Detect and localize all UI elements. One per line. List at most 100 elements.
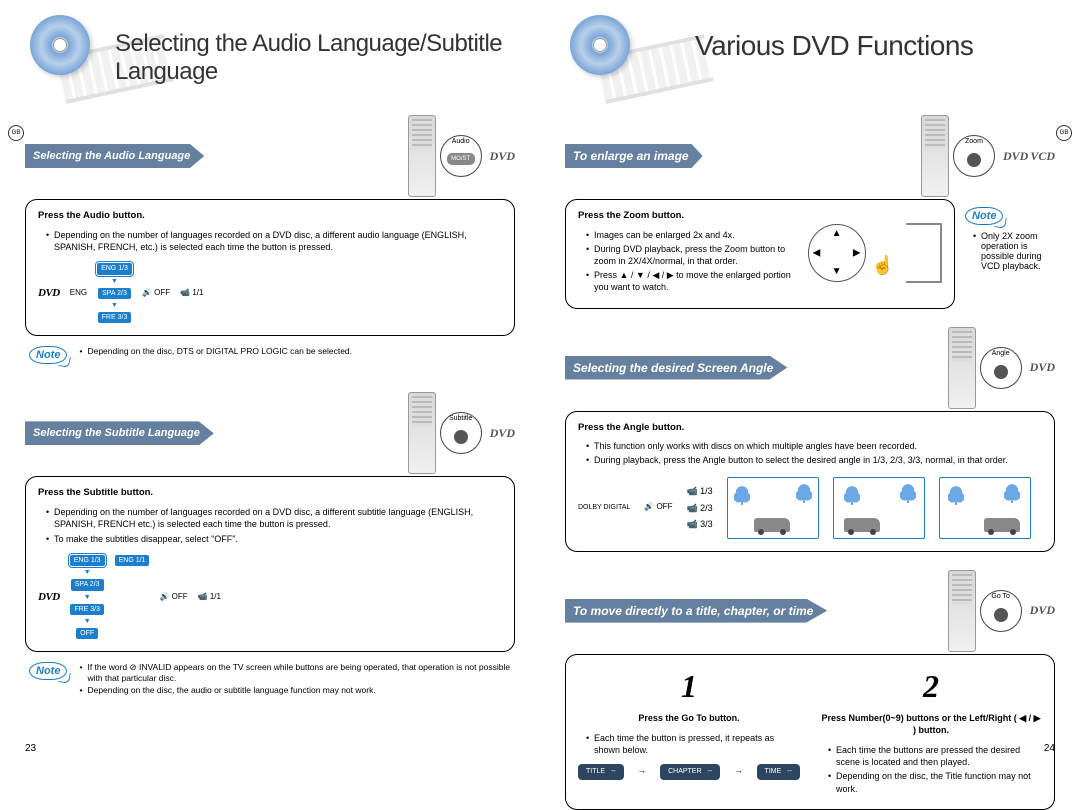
remote-illustration (408, 392, 436, 474)
note-text: Depending on the disc, DTS or DIGITAL PR… (79, 346, 352, 356)
instruction-main: Press the Zoom button. (578, 210, 796, 223)
step-number: 1 (578, 665, 800, 708)
callout-label-audio: Audio (440, 138, 482, 145)
lang-chip: ENG 1/3 (97, 263, 132, 274)
lang-chip-side: ENG 1/1 (115, 555, 150, 566)
page-title-left: Selecting the Audio Language/Subtitle La… (115, 30, 520, 86)
zoom-illustration: ▲▼ ◀▶ ☝ (808, 210, 942, 296)
angle-indicator: 📹 1/3 📹 2/3 📹 3/3 (686, 485, 712, 529)
lang-chip: ENG 1/3 (70, 555, 105, 566)
gb-tag: GB (1056, 125, 1072, 141)
callout-label-subtitle: Subtitle (440, 415, 482, 422)
dolby-label: DOLBY DIGITAL (578, 503, 630, 512)
tab-subtitle: Selecting the Subtitle Language (25, 421, 214, 445)
content-box-angle: Press the Angle button. This function on… (565, 411, 1055, 552)
content-box-goto: 1 Press the Go To button. Each time the … (565, 654, 1055, 810)
lang-chip: OFF (76, 628, 98, 639)
angle-scene-2 (833, 477, 925, 539)
content-box-audio: Press the Audio button. Depending on the… (25, 199, 515, 336)
callout-label-angle: Angle (980, 350, 1022, 357)
lang-chip: FRE 3/3 (98, 312, 132, 323)
screen-chip: TIME -- (757, 764, 800, 779)
instruction-main: Press the Audio button. (38, 210, 502, 223)
angle-frac: 1/1 (192, 288, 203, 297)
angle-scene-3 (939, 477, 1031, 539)
dvd-badge: DVD (1030, 360, 1055, 375)
disc-decoration (10, 10, 130, 80)
callout-label-zoom: Zoom (953, 138, 995, 145)
dvd-badge: DVD (1003, 149, 1028, 164)
language-chips: ENG 1/3 ▼ SPA 2/3 ▼ FRE 3/3 ▼ OFF (70, 555, 105, 640)
section-zoom: To enlarge an image Zoom DVD VCD Press t… (565, 115, 1055, 309)
section-subtitle-language: Selecting the Subtitle Language Subtitle… (25, 392, 515, 697)
lang-chip: SPA 2/3 (98, 288, 131, 299)
step-instruction: Press the Go To button. (578, 712, 800, 724)
instruction-main: Press the Angle button. (578, 422, 1042, 435)
goto-button-callout: Go To (980, 590, 1022, 632)
note-text: If the word ⊘ INVALID appears on the TV … (79, 662, 515, 683)
dvd-logo-icon: DVD (38, 590, 60, 605)
dvd-badge: DVD (490, 426, 515, 441)
off-label: OFF (656, 502, 672, 511)
screen-chip: CHAPTER -- (660, 764, 720, 779)
instruction-main: Press the Subtitle button. (38, 487, 502, 500)
eng-label: ENG (70, 288, 87, 299)
zoom-button-callout: Zoom (953, 135, 995, 177)
page-number: 24 (1044, 743, 1055, 754)
bullet-text: Images can be enlarged 2x and 4x. (586, 229, 796, 241)
hand-icon: ☝ (872, 253, 894, 277)
bracket-icon (906, 223, 942, 283)
note-badge: Note (29, 346, 67, 364)
lang-chip: FRE 3/3 (70, 604, 104, 615)
note-text: Only 2X zoom operation is possible durin… (973, 231, 1055, 271)
tab-audio: Selecting the Audio Language (25, 144, 204, 168)
angle-button-callout: Angle (980, 347, 1022, 389)
callout-btn-most: MO/ST (447, 153, 475, 165)
note-badge: Note (29, 662, 67, 680)
bullet-text: Depending on the disc, the Title functio… (828, 770, 1042, 794)
remote-illustration (921, 115, 949, 197)
callout-label-goto: Go To (980, 593, 1022, 600)
bullet-text: Depending on the number of languages rec… (46, 506, 502, 530)
dpad-icon: ▲▼ ◀▶ (808, 224, 866, 282)
content-box-subtitle: Press the Subtitle button. Depending on … (25, 476, 515, 652)
dvd-badge: DVD (1030, 603, 1055, 618)
gb-tag: GB (8, 125, 24, 141)
subtitle-button-callout: Subtitle (440, 412, 482, 454)
remote-illustration (408, 115, 436, 197)
language-chips: ENG 1/3 ▼ SPA 2/3 ▼ FRE 3/3 (97, 263, 132, 323)
bullet-text: Each time the button is pressed, it repe… (586, 732, 800, 756)
tab-goto: To move directly to a title, chapter, or… (565, 599, 827, 623)
audio-button-callout: Audio MO/ST (440, 135, 482, 177)
off-label: OFF (154, 288, 170, 297)
screen-chip: TITLE -- (578, 764, 624, 779)
tab-angle: Selecting the desired Screen Angle (565, 356, 787, 380)
vcd-badge: VCD (1030, 149, 1055, 164)
disc-decoration (550, 10, 670, 80)
bullet-text: During DVD playback, press the Zoom butt… (586, 243, 796, 267)
remote-illustration (948, 327, 976, 409)
step-number: 2 (820, 665, 1042, 708)
section-goto: To move directly to a title, chapter, or… (565, 570, 1055, 810)
bullet-text: This function only works with discs on w… (586, 440, 1042, 452)
note-text: Depending on the disc, the audio or subt… (79, 685, 515, 695)
dvd-logo-icon: DVD (38, 286, 60, 301)
lang-chip: SPA 2/3 (71, 579, 104, 590)
tab-zoom: To enlarge an image (565, 144, 703, 168)
angle-scene-1 (727, 477, 819, 539)
angle-frac: 1/3 (700, 486, 713, 496)
bullet-text: Depending on the number of languages rec… (46, 229, 502, 253)
angle-frac: 2/3 (700, 503, 713, 513)
off-label: OFF (172, 592, 188, 601)
remote-illustration (948, 570, 976, 652)
dvd-badge: DVD (490, 149, 515, 164)
bullet-text: During playback, press the Angle button … (586, 454, 1042, 466)
bullet-text: To make the subtitles disappear, select … (46, 533, 502, 545)
note-badge: Note (965, 207, 1003, 225)
step-instruction: Press Number(0~9) buttons or the Left/Ri… (820, 712, 1042, 736)
angle-frac: 3/3 (700, 519, 713, 529)
section-angle: Selecting the desired Screen Angle Angle… (565, 327, 1055, 552)
page-title-right: Various DVD Functions (695, 30, 1060, 62)
bullet-text: Each time the buttons are pressed the de… (828, 744, 1042, 768)
angle-frac: 1/1 (210, 592, 221, 601)
